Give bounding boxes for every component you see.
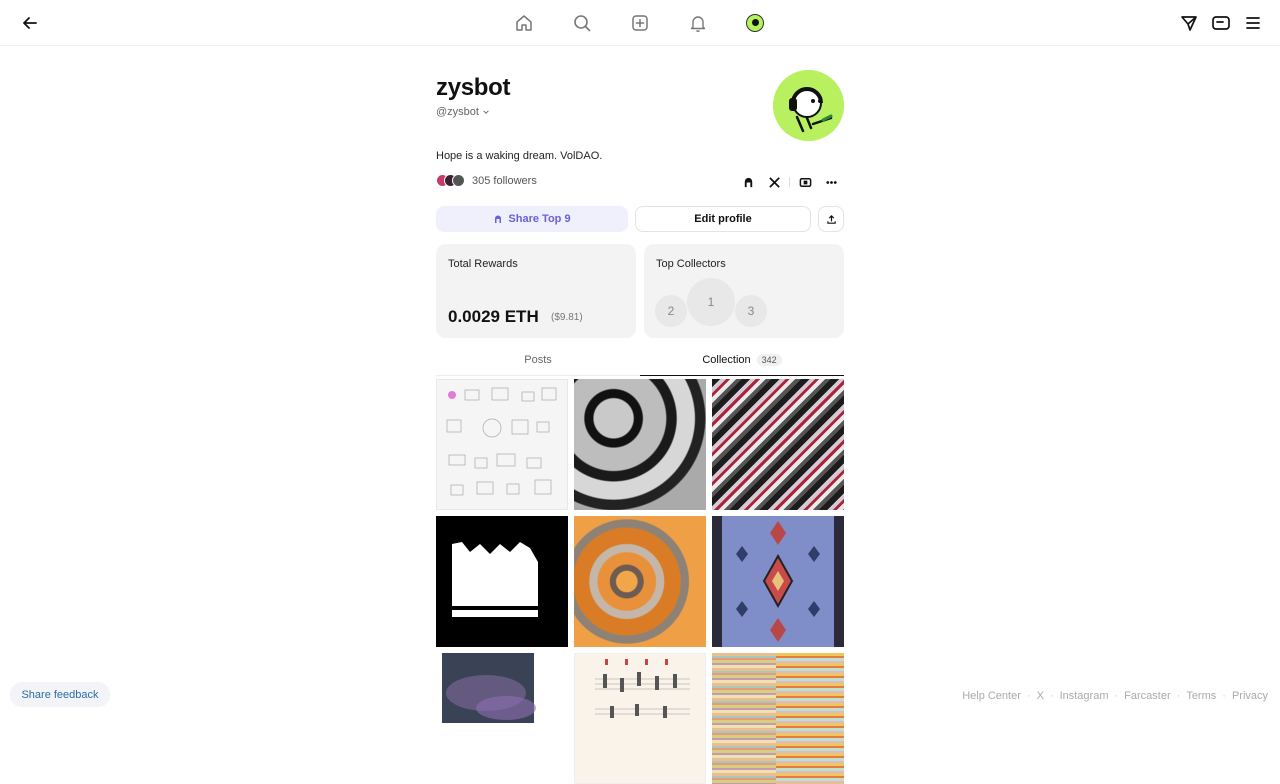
profile-avatar-icon[interactable] <box>741 9 769 37</box>
footer-separator: · <box>1049 690 1054 702</box>
upload-icon <box>826 214 836 224</box>
footer-separator: · <box>1176 690 1181 702</box>
collection-item[interactable] <box>436 379 568 510</box>
x-icon[interactable] <box>761 174 787 190</box>
total-rewards-title: Total Rewards <box>448 258 518 270</box>
collector-rank-3: 3 <box>735 295 767 327</box>
share-button[interactable] <box>818 206 844 232</box>
follower-avatar <box>452 174 465 187</box>
arch-icon <box>495 215 502 223</box>
menu-icon[interactable] <box>1239 9 1267 37</box>
followers-link[interactable]: 305 followers <box>436 174 537 187</box>
edit-profile-button[interactable]: Edit profile <box>635 206 811 232</box>
footer-links: Help Center · X · Instagram · Farcaster … <box>962 690 1268 702</box>
arch-icon[interactable] <box>735 174 761 190</box>
divider <box>789 177 790 187</box>
send-icon[interactable] <box>1175 9 1203 37</box>
profile-bio: Hope is a waking dream. VolDAO. <box>436 150 603 162</box>
handle-dropdown[interactable]: @zysbot <box>436 106 490 118</box>
footer-link-privacy[interactable]: Privacy <box>1232 690 1268 702</box>
share-feedback-button[interactable]: Share feedback <box>10 682 110 707</box>
total-rewards-card[interactable]: Total Rewards 0.0029 ETH ($9.81) <box>436 244 636 338</box>
collection-item[interactable] <box>574 379 706 510</box>
tab-collection-label: Collection <box>702 354 751 366</box>
more-icon[interactable] <box>818 174 844 190</box>
collection-item[interactable] <box>712 653 844 784</box>
rewards-eth-value: 0.0029 ETH <box>448 307 539 326</box>
stats-cards: Total Rewards 0.0029 ETH ($9.81) Top Col… <box>436 244 844 338</box>
footer-link-farcaster[interactable]: Farcaster <box>1124 690 1170 702</box>
tab-posts-label: Posts <box>524 354 552 366</box>
footer-link-terms[interactable]: Terms <box>1186 690 1216 702</box>
collector-rank-1: 1 <box>687 278 735 326</box>
farcaster-icon[interactable] <box>792 174 818 190</box>
bell-icon[interactable] <box>684 9 712 37</box>
collection-item[interactable] <box>436 653 568 784</box>
tab-collection[interactable]: Collection 342 <box>640 350 844 376</box>
rewards-usd-value: ($9.81) <box>551 312 583 323</box>
share-top-9-label: Share Top 9 <box>508 213 571 225</box>
top-collectors-card[interactable]: Top Collectors 2 1 3 <box>644 244 844 338</box>
tab-posts[interactable]: Posts <box>436 350 640 376</box>
collector-rank-2: 2 <box>655 295 687 327</box>
collection-item[interactable] <box>712 379 844 510</box>
back-arrow-icon[interactable] <box>16 9 44 37</box>
collection-item[interactable] <box>436 516 568 647</box>
top-collectors-title: Top Collectors <box>656 258 726 270</box>
profile-name: zysbot <box>436 74 511 101</box>
top-navigation-bar <box>0 0 1280 46</box>
collection-item[interactable] <box>712 516 844 647</box>
collection-item[interactable] <box>574 516 706 647</box>
wallet-icon[interactable] <box>1207 9 1235 37</box>
footer-link-x[interactable]: X <box>1037 690 1044 702</box>
profile-avatar[interactable] <box>773 70 844 141</box>
home-icon[interactable] <box>510 9 538 37</box>
search-icon[interactable] <box>568 9 596 37</box>
follower-avatars <box>436 174 465 187</box>
footer-link-help-center[interactable]: Help Center <box>962 690 1021 702</box>
social-links <box>735 174 844 190</box>
profile-tabs: Posts Collection 342 <box>436 350 844 376</box>
footer-link-instagram[interactable]: Instagram <box>1060 690 1109 702</box>
create-icon[interactable] <box>626 9 654 37</box>
collection-count-badge: 342 <box>756 354 782 366</box>
collection-item[interactable] <box>574 653 706 784</box>
footer-separator: · <box>1114 690 1119 702</box>
profile-handle: @zysbot <box>436 106 479 118</box>
footer-separator: · <box>1026 690 1031 702</box>
artwork-band <box>776 653 844 784</box>
footer-separator: · <box>1222 690 1226 702</box>
profile-actions: Share Top 9 Edit profile <box>436 206 844 232</box>
followers-count: 305 followers <box>472 174 537 187</box>
chevron-down-icon <box>483 110 489 114</box>
share-top-9-button[interactable]: Share Top 9 <box>436 206 628 232</box>
